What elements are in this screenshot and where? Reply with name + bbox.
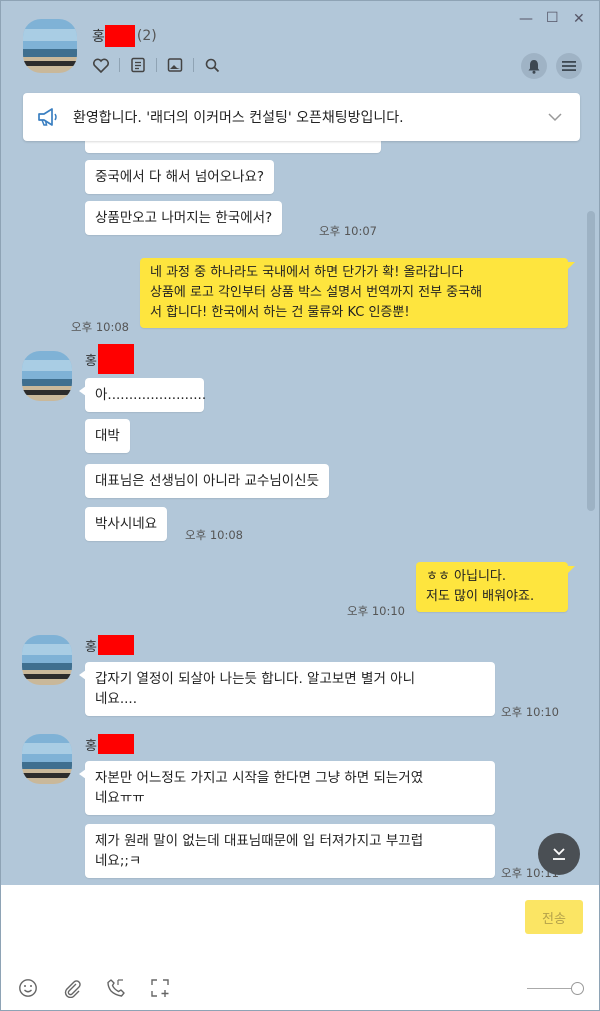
sender-name-text: 홍: [85, 639, 97, 655]
message-text: 제가 원래 말이 없는데 대표님때문에 입 터져가지고 부끄럽: [95, 833, 424, 849]
album-icon[interactable]: [165, 55, 185, 75]
hamburger-icon: [562, 61, 576, 71]
message-text: 상품만오고 나머지는 한국에서?: [95, 210, 273, 226]
notification-bell-button[interactable]: [521, 53, 547, 79]
message-list[interactable]: 중국에서 다 해서 넘어오나요? 상품만오고 나머지는 한국에서? 오후 10:…: [1, 87, 599, 885]
redaction-box: [97, 344, 134, 374]
my-message-bubble[interactable]: ㅎㅎ 아닙니다. 저도 많이 배워야죠.: [416, 562, 575, 612]
message-text: ㅎㅎ 아닙니다.: [426, 569, 507, 584]
room-avatar[interactable]: [23, 19, 77, 73]
header-toolbar: [91, 55, 222, 75]
chat-window: — ☐ ✕ 홍 (2) 중국에서 다 해서 넘어오나요? 상품만오고 나머지는 …: [0, 0, 600, 1011]
member-count: (2): [136, 28, 157, 44]
arrow-down-icon: [553, 848, 565, 860]
divider: [156, 58, 157, 72]
capture-icon[interactable]: [149, 977, 171, 999]
sender-name: 홍: [85, 734, 134, 754]
phone-icon[interactable]: [105, 977, 127, 999]
message-bubble[interactable]: 갑자기 열정이 되살아 나는듯 합니다. 알고보면 별거 아니 네요....: [79, 662, 495, 716]
message-text: 상품에 로고 각인부터 상품 박스 설명서 번역까지 전부 중국해: [150, 285, 483, 300]
notes-icon[interactable]: [128, 55, 148, 75]
my-message-bubble[interactable]: 네 과정 중 하나라도 국내에서 하면 단가가 확! 올라갑니다 상품에 로고 …: [140, 258, 575, 328]
chat-header: — ☐ ✕ 홍 (2): [1, 1, 599, 87]
message-bubble[interactable]: 상품만오고 나머지는 한국에서?: [85, 201, 283, 235]
message-text: 네요ㅠㅠ: [95, 790, 145, 806]
sender-name: 홍: [85, 635, 134, 655]
close-button[interactable]: ✕: [573, 11, 585, 27]
divider: [119, 58, 120, 72]
room-name: 홍: [92, 29, 105, 45]
opacity-slider-track[interactable]: [527, 988, 575, 989]
message-time: 오후 10:10: [501, 705, 559, 719]
sender-avatar[interactable]: [22, 635, 72, 685]
redaction-box: [97, 635, 134, 655]
message-text: 대표님은 선생님이 아니라 교수님이신듯: [95, 473, 320, 489]
sender-name-text: 홍: [85, 738, 97, 754]
message-time: 오후 10:08: [185, 528, 243, 542]
emoticon-icon[interactable]: [17, 977, 39, 999]
room-title: 홍 (2): [92, 25, 157, 47]
search-icon[interactable]: [202, 55, 222, 75]
sender-avatar[interactable]: [22, 351, 72, 401]
message-text: 아.......................: [95, 387, 207, 403]
maximize-button[interactable]: ☐: [546, 10, 559, 26]
message-bubble[interactable]: 대박: [85, 419, 130, 453]
heart-icon[interactable]: [91, 55, 111, 75]
message-text: 네요....: [95, 691, 138, 707]
megaphone-icon: [38, 108, 57, 126]
sender-name: 홍: [85, 344, 134, 374]
scroll-to-bottom-button[interactable]: [538, 833, 580, 875]
redaction-box: [104, 25, 135, 47]
menu-button[interactable]: [556, 53, 582, 79]
message-time: 오후 10:07: [319, 224, 377, 238]
sender-name-text: 홍: [85, 353, 97, 369]
message-text: 박사시네요: [95, 516, 158, 532]
sender-avatar[interactable]: [22, 734, 72, 784]
message-text: 대박: [95, 428, 120, 444]
message-time: 오후 10:10: [347, 604, 405, 618]
scrollbar[interactable]: [587, 211, 595, 511]
message-input-area[interactable]: 전송: [1, 885, 599, 1010]
redaction-box: [97, 734, 134, 754]
message-bubble[interactable]: 중국에서 다 해서 넘어오나요?: [85, 160, 275, 194]
chevron-down-icon[interactable]: [548, 113, 562, 122]
message-text: 서 합니다! 한국에서 하는 건 물류와 KC 인증뿐!: [150, 305, 410, 320]
message-text: 갑자기 열정이 되살아 나는듯 합니다. 알고보면 별거 아니: [95, 671, 415, 687]
message-text: 저도 많이 배워야죠.: [426, 589, 535, 604]
message-text: 자본만 어느정도 가지고 시작을 한다면 그냥 하면 되는거였: [95, 770, 424, 786]
message-bubble[interactable]: 자본만 어느정도 가지고 시작을 한다면 그냥 하면 되는거였 네요ㅠㅠ: [79, 761, 495, 815]
attachment-icon[interactable]: [61, 977, 83, 999]
minimize-button[interactable]: —: [519, 11, 533, 27]
message-bubble[interactable]: 아.......................: [79, 378, 207, 412]
message-bubble[interactable]: 박사시네요: [85, 507, 168, 541]
bell-icon: [528, 59, 540, 74]
message-text: 네 과정 중 하나라도 국내에서 하면 단가가 확! 올라갑니다: [150, 265, 464, 280]
message-text: 네요;;ㅋ: [95, 853, 142, 869]
message-bubble[interactable]: 대표님은 선생님이 아니라 교수님이신듯: [85, 464, 330, 498]
divider: [193, 58, 194, 72]
message-time: 오후 10:08: [71, 320, 129, 334]
send-button[interactable]: 전송: [525, 900, 583, 934]
notice-banner[interactable]: 환영합니다. '래더의 이커머스 컨설팅' 오픈채팅방입니다.: [23, 93, 580, 141]
notice-text: 환영합니다. '래더의 이커머스 컨설팅' 오픈채팅방입니다.: [73, 110, 404, 126]
message-bubble[interactable]: 제가 원래 말이 없는데 대표님때문에 입 터져가지고 부끄럽 네요;;ㅋ: [85, 824, 495, 878]
opacity-slider-knob[interactable]: [571, 982, 584, 995]
input-toolbar: [17, 977, 171, 999]
message-text: 중국에서 다 해서 넘어오나요?: [95, 169, 265, 185]
